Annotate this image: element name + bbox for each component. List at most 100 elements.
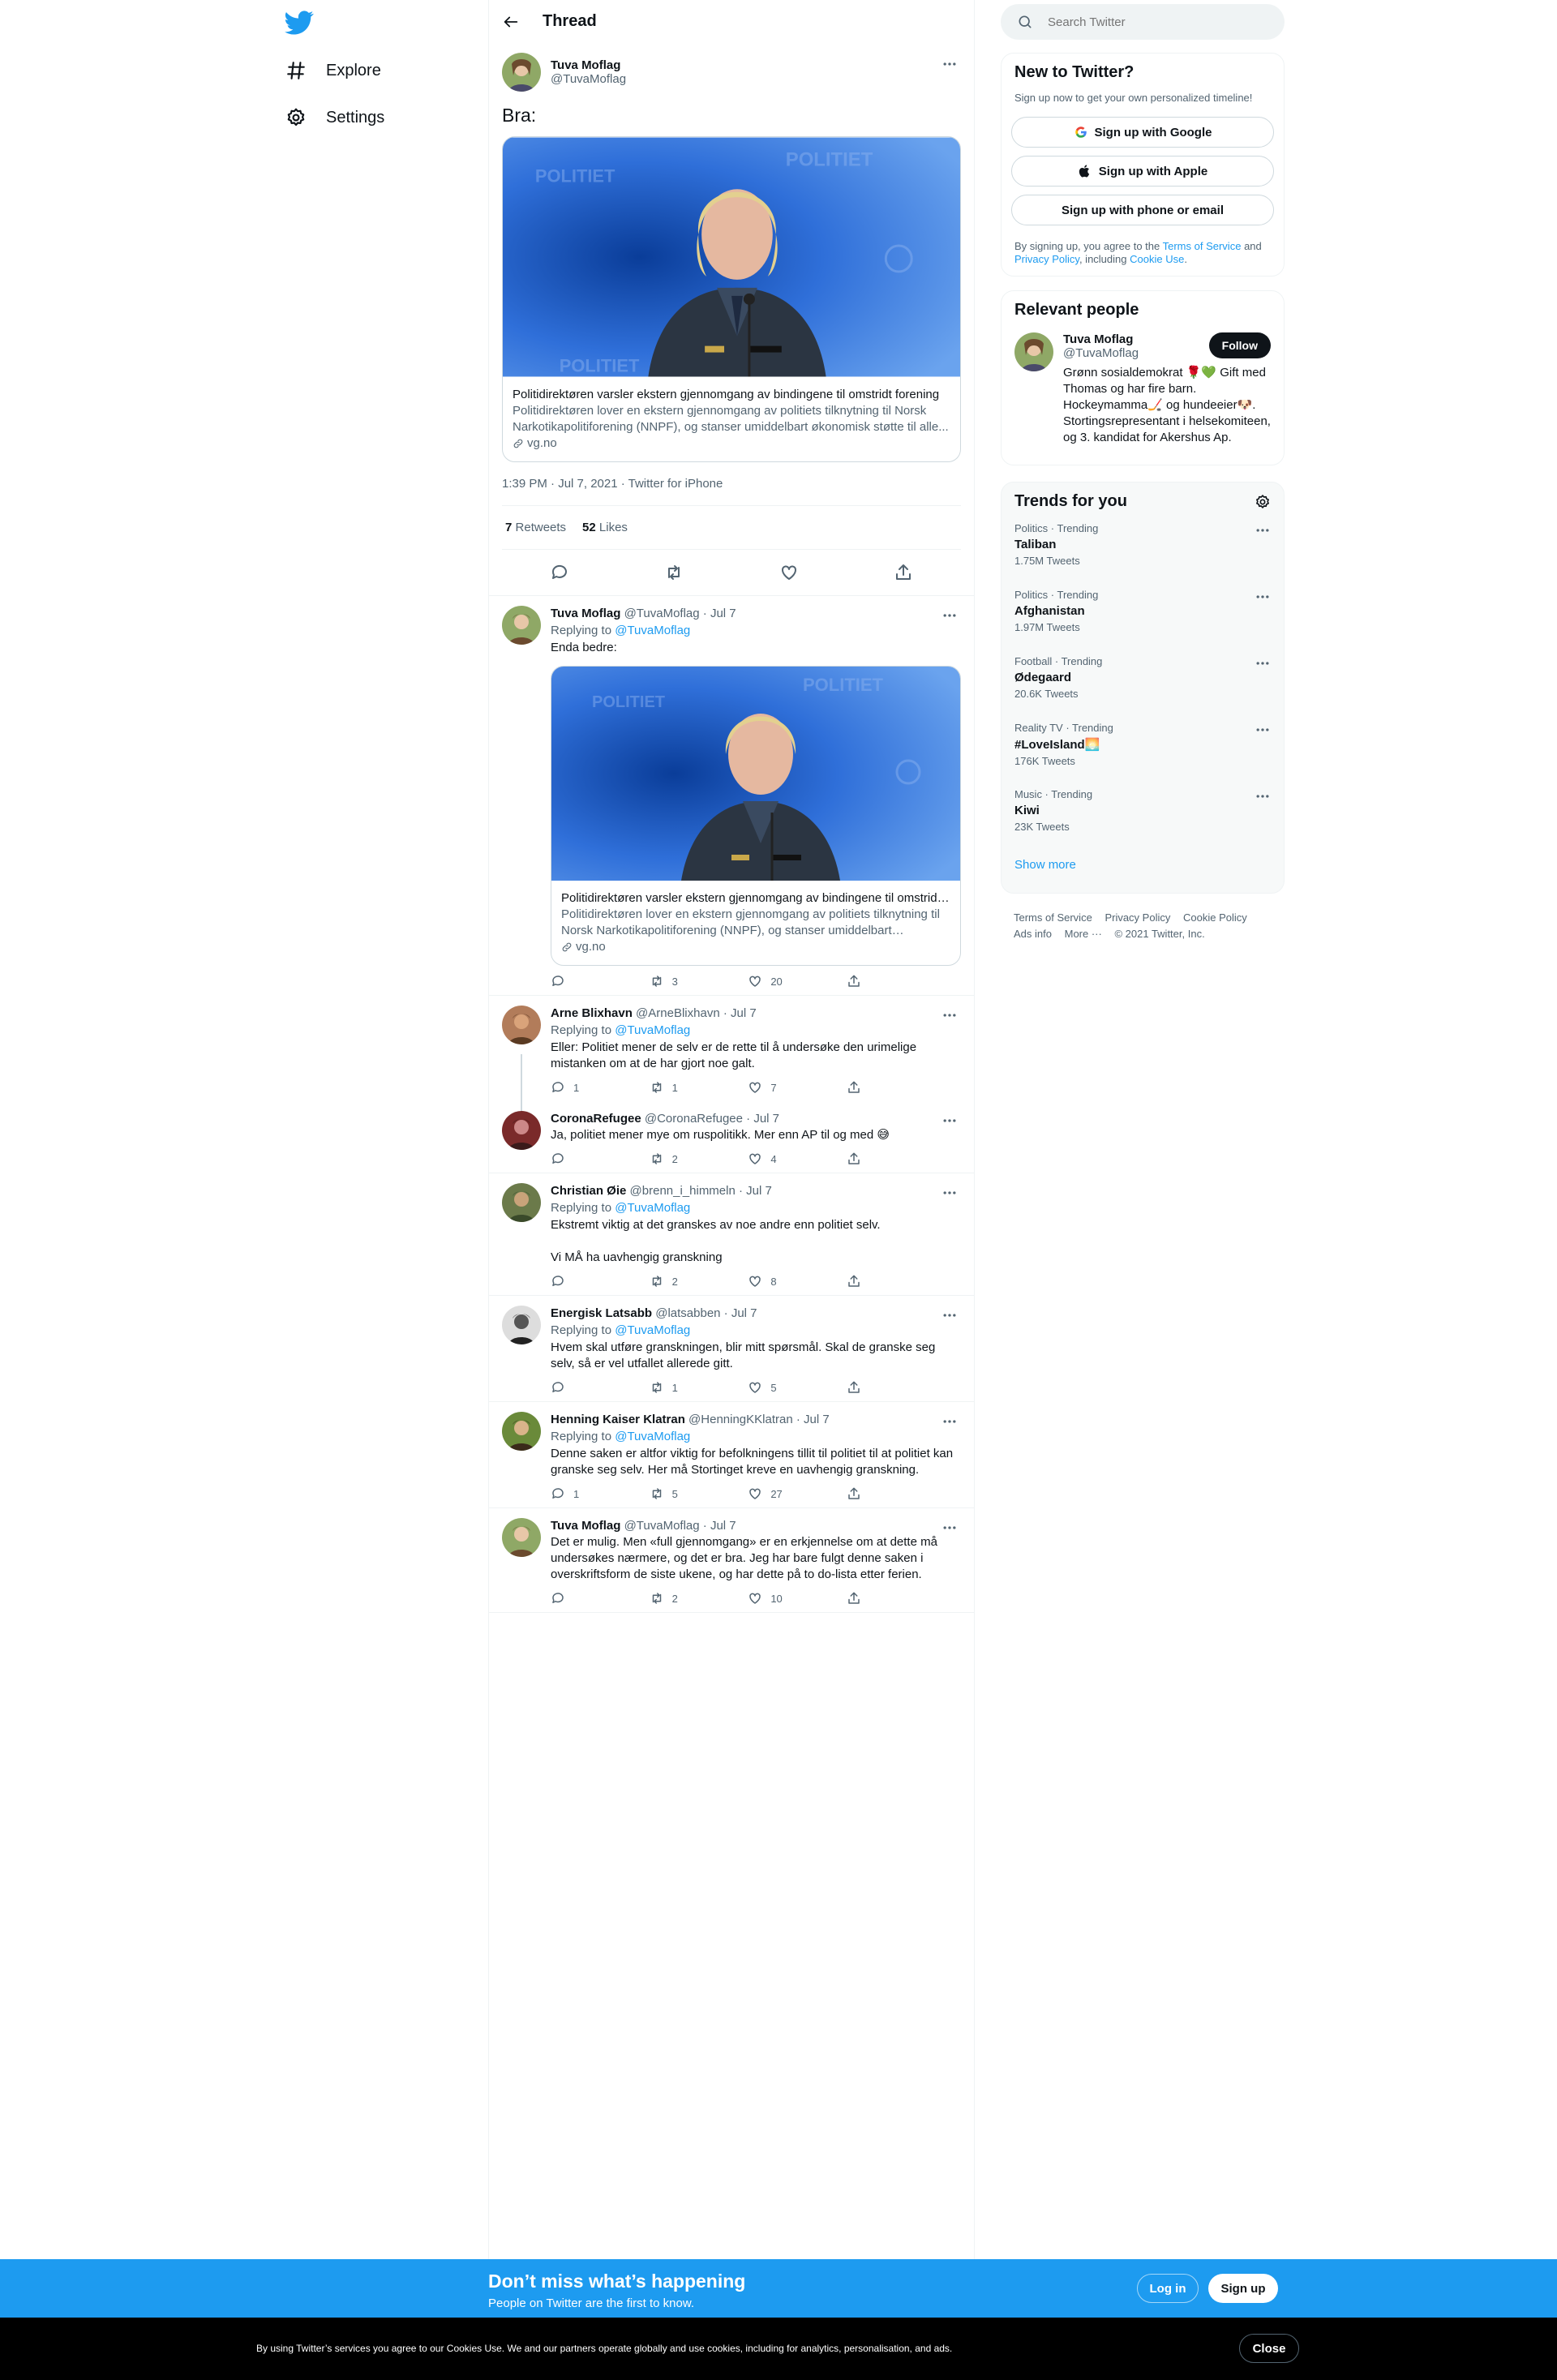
like-button[interactable]: 20	[748, 974, 796, 988]
follow-button[interactable]: Follow	[1208, 332, 1271, 358]
author-name[interactable]: Tuva Moflag	[551, 607, 620, 620]
close-button[interactable]: Close	[1239, 2334, 1299, 2363]
more-icon[interactable]	[941, 607, 961, 624]
author-handle[interactable]: @brenn_i_himmeln	[630, 1184, 736, 1198]
avatar[interactable]	[502, 1412, 541, 1451]
link-card[interactable]: POLITIET POLITIET POLITIET Politidirektø…	[502, 136, 961, 462]
avatar[interactable]	[502, 1111, 541, 1150]
share-button[interactable]	[847, 974, 895, 988]
author-name[interactable]: Tuva Moflag	[551, 1519, 620, 1533]
avatar[interactable]	[502, 1006, 541, 1044]
likes-stat[interactable]: 52 Likes	[582, 521, 628, 534]
more-icon[interactable]	[1255, 722, 1271, 738]
tweet-date[interactable]: · Jul 7	[796, 1413, 830, 1426]
privacy-link[interactable]: Privacy Policy	[1014, 253, 1079, 265]
tweet-date[interactable]: · Jul 7	[746, 1112, 779, 1126]
author-handle[interactable]: @TuvaMoflag	[624, 1519, 700, 1533]
author-handle[interactable]: @CoronaRefugee	[645, 1112, 743, 1126]
share-button[interactable]	[847, 1080, 895, 1095]
like-button[interactable]: 4	[748, 1151, 796, 1166]
footer-more-link[interactable]: More ···	[1065, 926, 1102, 942]
share-button[interactable]	[847, 1274, 895, 1289]
reply-tweet[interactable]: Tuva Moflag @TuvaMoflag · Jul 7 Det er mu…	[489, 1508, 974, 1613]
footer-ads-link[interactable]: Ads info	[1014, 926, 1052, 942]
tweet-timestamp[interactable]: 1:39 PM · Jul 7, 2021 · Twitter for iPho…	[502, 462, 961, 506]
share-button[interactable]	[847, 1151, 895, 1166]
author-name[interactable]: Tuva Moflag	[551, 58, 626, 72]
like-button[interactable]: 5	[748, 1380, 796, 1395]
search-box[interactable]	[1001, 4, 1285, 40]
reply-tweet[interactable]: Tuva Moflag @TuvaMoflag · Jul 7 Replying …	[489, 596, 974, 996]
signup-phone-button[interactable]: Sign up with phone or email	[1011, 195, 1274, 225]
retweet-button[interactable]: 3	[650, 974, 698, 988]
reply-button[interactable]	[551, 1380, 599, 1395]
retweet-button[interactable]: 1	[650, 1080, 698, 1095]
reply-tweet[interactable]: Henning Kaiser Klatran @HenningKKlatran …	[489, 1402, 974, 1508]
replying-to-link[interactable]: @TuvaMoflag	[615, 624, 690, 637]
author-handle[interactable]: @ArneBlixhavn	[636, 1006, 720, 1020]
relevant-person[interactable]: Tuva Moflag @TuvaMoflag Grønn sosialdemo…	[1014, 332, 1271, 446]
author-handle[interactable]: @latsabben	[655, 1306, 720, 1320]
author-handle[interactable]: @TuvaMoflag	[551, 72, 626, 86]
avatar[interactable]	[1014, 332, 1053, 371]
link-card[interactable]: POLITIET POLITIET Politidirektøren varsler…	[551, 666, 961, 966]
replying-to-link[interactable]: @TuvaMoflag	[615, 1201, 690, 1215]
replying-to-link[interactable]: @TuvaMoflag	[615, 1430, 690, 1443]
more-icon[interactable]	[941, 56, 961, 72]
share-button[interactable]	[847, 1591, 895, 1606]
like-button[interactable]: 10	[748, 1591, 796, 1606]
retweet-button[interactable]: 2	[650, 1591, 698, 1606]
reply-tweet[interactable]: Energisk Latsabb @latsabben · Jul 7 Reply…	[489, 1296, 974, 1402]
reply-button[interactable]: 1	[551, 1080, 599, 1095]
tweet-date[interactable]: · Jul 7	[723, 1006, 757, 1020]
more-icon[interactable]	[941, 1185, 961, 1201]
author-name[interactable]: Henning Kaiser Klatran	[551, 1413, 685, 1426]
reply-button[interactable]	[551, 1151, 599, 1166]
more-icon[interactable]	[941, 1413, 961, 1430]
more-icon[interactable]	[941, 1520, 961, 1536]
trend-item[interactable]: Reality TV · Trending #LoveIsland🌅 176K Tw…	[1014, 710, 1271, 777]
retweets-stat[interactable]: 7 Retweets	[505, 521, 566, 534]
footer-tos-link[interactable]: Terms of Service	[1014, 910, 1092, 926]
author-name[interactable]: Arne Blixhavn	[551, 1006, 633, 1020]
more-icon[interactable]	[941, 1007, 961, 1023]
avatar[interactable]	[502, 1306, 541, 1344]
retweet-button[interactable]: 2	[650, 1274, 698, 1289]
search-input[interactable]	[1048, 15, 1250, 29]
more-icon[interactable]	[1255, 788, 1271, 804]
show-more-link[interactable]: Show more	[1014, 858, 1271, 872]
signup-button[interactable]: Sign up	[1208, 2274, 1278, 2303]
author-handle[interactable]: @HenningKKlatran	[688, 1413, 793, 1426]
share-button[interactable]	[847, 1486, 895, 1501]
retweet-button[interactable]: 1	[650, 1380, 698, 1395]
signup-apple-button[interactable]: Sign up with Apple	[1011, 156, 1274, 187]
reply-icon[interactable]	[550, 563, 569, 582]
trend-item[interactable]: Football · Trending Ødegaard 20.6K Tweets	[1014, 644, 1271, 710]
retweet-icon[interactable]	[664, 563, 684, 582]
retweet-button[interactable]: 2	[650, 1151, 698, 1166]
gear-icon[interactable]	[1255, 494, 1271, 510]
tweet-date[interactable]: · Jul 7	[739, 1184, 772, 1198]
reply-button[interactable]: 1	[551, 1486, 599, 1501]
avatar[interactable]	[502, 606, 541, 645]
reply-button[interactable]	[551, 974, 599, 988]
signup-google-button[interactable]: Sign up with Google	[1011, 117, 1274, 148]
more-icon[interactable]	[1255, 589, 1271, 605]
share-icon[interactable]	[894, 563, 913, 582]
nav-settings[interactable]: Settings	[285, 97, 384, 138]
replying-to-link[interactable]: @TuvaMoflag	[615, 1323, 690, 1337]
trend-item[interactable]: Politics · Trending Taliban 1.75M Tweets	[1014, 511, 1271, 577]
share-button[interactable]	[847, 1380, 895, 1395]
retweet-button[interactable]: 5	[650, 1486, 698, 1501]
reply-button[interactable]	[551, 1591, 599, 1606]
replying-to-link[interactable]: @TuvaMoflag	[615, 1023, 690, 1037]
twitter-logo-icon[interactable]	[285, 8, 314, 37]
trend-item[interactable]: Music · Trending Kiwi 23K Tweets	[1014, 777, 1271, 843]
avatar[interactable]	[502, 1518, 541, 1557]
like-button[interactable]: 27	[748, 1486, 796, 1501]
tweet-date[interactable]: · Jul 7	[703, 1519, 736, 1533]
reply-tweet[interactable]: CoronaRefugee @CoronaRefugee · Jul 7 Ja, …	[489, 1101, 974, 1173]
back-arrow-icon[interactable]	[502, 13, 520, 31]
more-icon[interactable]	[941, 1307, 961, 1323]
reply-tweet[interactable]: Arne Blixhavn @ArneBlixhavn · Jul 7 Reply…	[489, 996, 974, 1113]
